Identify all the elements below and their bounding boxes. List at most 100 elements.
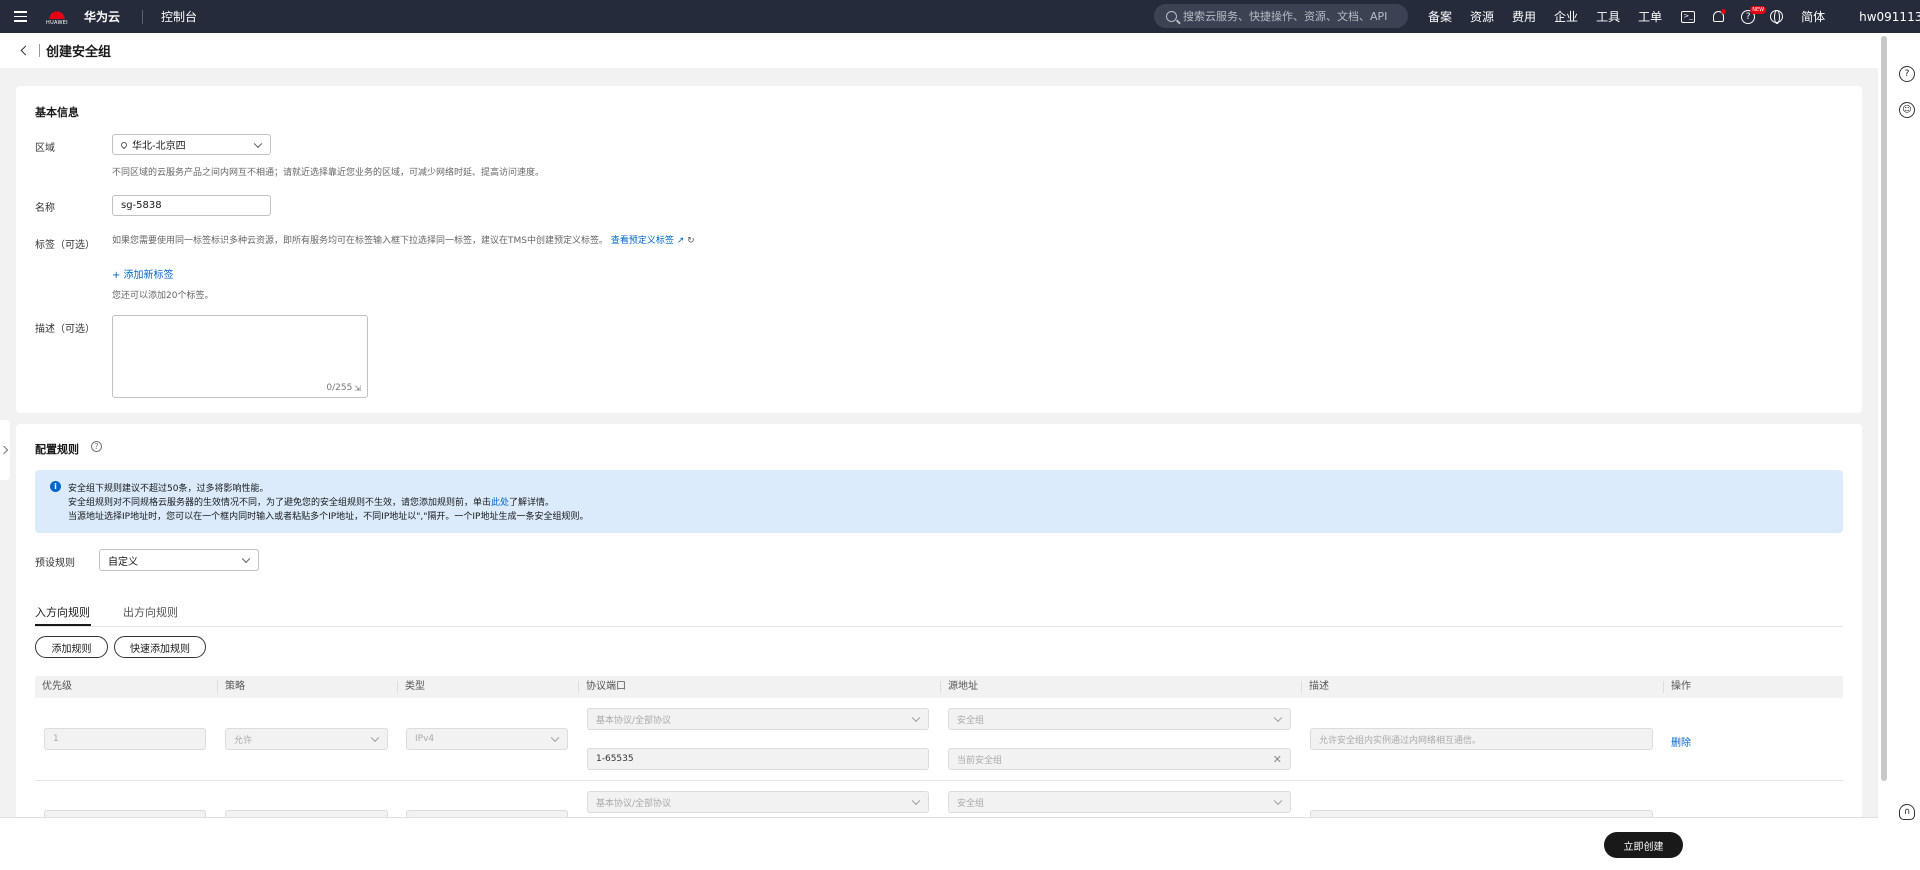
- protocol-select[interactable]: 基本协议/全部协议: [587, 791, 929, 813]
- source-type-value: 安全组: [957, 798, 985, 809]
- nav-resources[interactable]: 资源: [1470, 8, 1494, 25]
- protocol-value: 基本协议/全部协议: [596, 715, 672, 726]
- search-placeholder: 搜索云服务、快捷操作、资源、文档、API: [1183, 10, 1388, 23]
- info-line-2: 安全组规则对不同规格云服务器的生效情况不同，为了避免您的安全组规则不生效，请您添…: [68, 498, 492, 508]
- info-line-1: 安全组下规则建议不超过50条，过多将影响性能。: [68, 484, 269, 494]
- hamburger-menu-icon[interactable]: [0, 11, 40, 22]
- notification-bell-icon[interactable]: [1710, 8, 1727, 25]
- footer-bar: [0, 817, 1878, 870]
- create-now-button[interactable]: 立即创建: [1604, 832, 1683, 858]
- customer-service-headset-icon[interactable]: ∩: [1899, 804, 1915, 820]
- region-select[interactable]: 华北-北京四: [112, 134, 271, 155]
- sidebar-expand-toggle[interactable]: [0, 420, 10, 480]
- description-textarea[interactable]: 0/255 ⇲: [112, 315, 368, 398]
- rules-title: 配置规则: [35, 443, 79, 456]
- location-pin-icon: [119, 140, 129, 149]
- delete-rule-link[interactable]: 删除: [1671, 734, 1691, 749]
- tag-hint: 如果您需要使用同一标签标识多种云资源，即所有服务均可在标签输入框下拉选择同一标签…: [112, 236, 608, 246]
- tab-outbound-rules[interactable]: 出方向规则: [123, 604, 178, 620]
- chevron-down-icon: [241, 554, 251, 564]
- preset-rule-select[interactable]: 自定义: [99, 549, 259, 571]
- col-action: 操作: [1663, 681, 1691, 693]
- add-rule-button[interactable]: 添加规则: [35, 636, 108, 658]
- col-source: 源地址: [940, 681, 978, 693]
- huawei-logo[interactable]: HUAWEI: [44, 7, 70, 26]
- top-navigation-bar: HUAWEI 华为云 控制台 搜索云服务、快捷操作、资源、文档、API 备案 资…: [0, 0, 1920, 33]
- chevron-down-icon: [370, 733, 380, 743]
- quick-add-rule-button[interactable]: 快速添加规则: [114, 636, 206, 658]
- brand-name[interactable]: 华为云: [84, 8, 120, 25]
- refresh-icon[interactable]: ↻: [687, 236, 695, 246]
- source-type-select[interactable]: 安全组: [948, 791, 1291, 813]
- username[interactable]: hw09111370: [1859, 10, 1920, 24]
- nav-billing[interactable]: 费用: [1512, 8, 1536, 25]
- policy-value: 允许: [234, 735, 253, 746]
- rules-help-icon[interactable]: ?: [91, 441, 102, 452]
- priority-value: 1: [53, 734, 59, 744]
- tag-hint-row: 如果您需要使用同一标签标识多种云资源，即所有服务均可在标签输入框下拉选择同一标签…: [112, 233, 695, 246]
- protocol-select[interactable]: 基本协议/全部协议: [587, 708, 929, 730]
- row-divider: [35, 780, 1843, 781]
- resize-handle-icon[interactable]: ⇲: [354, 384, 361, 393]
- external-link-icon[interactable]: ↗: [677, 236, 685, 246]
- nav-tools[interactable]: 工具: [1596, 8, 1620, 25]
- nav-filing[interactable]: 备案: [1428, 8, 1452, 25]
- rules-table-header: 优先级 策略 类型 协议端口 源地址 描述 操作: [35, 676, 1843, 698]
- tag-label: 标签（可选）: [35, 240, 95, 251]
- back-arrow-icon[interactable]: [20, 45, 31, 56]
- tab-inbound-rules[interactable]: 入方向规则: [35, 604, 90, 620]
- nav-enterprise[interactable]: 企业: [1554, 8, 1578, 25]
- view-predefined-tags-link[interactable]: 查看预定义标签: [611, 236, 674, 246]
- huawei-logo-icon: [48, 7, 66, 19]
- tabs-underline: [35, 626, 1843, 627]
- header-divider: [39, 44, 40, 57]
- help-circle-icon[interactable]: ?: [1899, 66, 1915, 82]
- feedback-smiley-icon[interactable]: ☺: [1899, 102, 1915, 118]
- language-switch[interactable]: 简体: [1770, 8, 1825, 25]
- search-icon: [1166, 10, 1177, 22]
- add-tag-button[interactable]: + 添加新标签: [112, 266, 174, 281]
- chevron-down-icon: [1273, 796, 1283, 806]
- info-line-2-row: 安全组规则对不同规格云服务器的生效情况不同，为了避免您的安全组规则不生效，请您添…: [68, 495, 554, 508]
- col-policy: 策略: [217, 681, 245, 693]
- new-badge: NEW: [1750, 5, 1767, 14]
- info-notice: i 安全组下规则建议不超过50条，过多将影响性能。 安全组规则对不同规格云服务器…: [35, 470, 1843, 533]
- plus-icon: +: [112, 270, 124, 281]
- global-search-input[interactable]: 搜索云服务、快捷操作、资源、文档、API: [1154, 4, 1408, 28]
- info-icon: i: [50, 481, 61, 492]
- type-value: IPv4: [415, 734, 435, 744]
- top-nav-links: 备案 资源 费用 企业 工具 工单 >_ ?NEW 简体 hw09111370: [1428, 0, 1920, 33]
- policy-select[interactable]: 允许: [225, 728, 388, 750]
- cloud-shell-icon[interactable]: >_: [1680, 9, 1696, 25]
- col-protocol-port: 协议端口: [578, 681, 626, 693]
- priority-input[interactable]: 1: [44, 728, 206, 750]
- tag-remaining-hint: 您还可以添加20个标签。: [112, 291, 214, 301]
- chevron-down-icon: [911, 713, 921, 723]
- nav-tickets[interactable]: 工单: [1638, 8, 1662, 25]
- name-label: 名称: [35, 203, 55, 214]
- notification-dot: [1721, 8, 1727, 14]
- region-value: 华北-北京四: [132, 141, 186, 152]
- rule-description-input[interactable]: 允许安全组内实例通过内网络相互通信。: [1310, 728, 1653, 750]
- divider: [142, 9, 144, 24]
- col-priority: 优先级: [42, 681, 72, 692]
- protocol-value: 基本协议/全部协议: [596, 798, 672, 809]
- name-input[interactable]: sg-5838: [112, 195, 271, 216]
- description-counter: 0/255: [326, 383, 353, 393]
- language-label: 简体: [1801, 10, 1826, 24]
- console-link[interactable]: 控制台: [161, 8, 197, 25]
- source-type-select[interactable]: 安全组: [948, 708, 1291, 730]
- rule-description-value: 允许安全组内实例通过内网络相互通信。: [1319, 735, 1482, 746]
- preset-rule-label: 预设规则: [35, 558, 75, 569]
- region-label: 区域: [35, 143, 55, 154]
- learn-more-link[interactable]: 此处: [491, 498, 509, 508]
- help-icon[interactable]: ? NEW: [1740, 5, 1767, 25]
- info-line-2-tail: 了解详情。: [509, 498, 555, 508]
- page-scrollbar[interactable]: [1881, 36, 1887, 781]
- port-input[interactable]: 1-65535: [587, 748, 929, 770]
- type-select[interactable]: IPv4: [406, 728, 568, 750]
- clear-icon[interactable]: ✕: [1273, 753, 1282, 766]
- source-select[interactable]: 当前安全组 ✕: [948, 748, 1291, 770]
- col-description: 描述: [1301, 681, 1329, 693]
- chevron-down-icon: [911, 796, 921, 806]
